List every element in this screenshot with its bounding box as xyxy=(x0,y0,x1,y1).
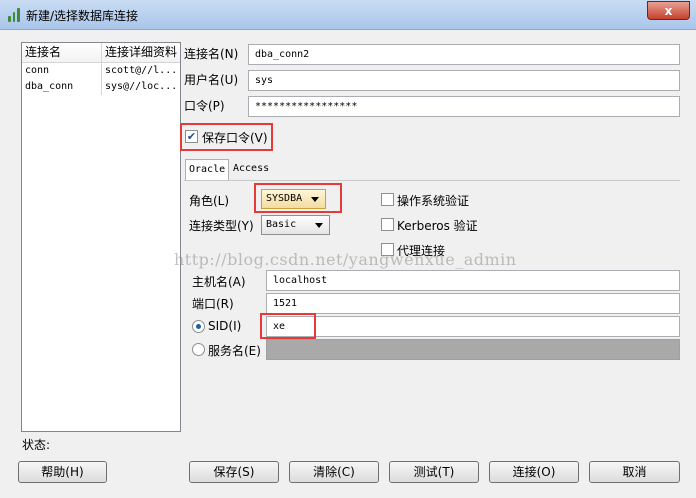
sid-input[interactable]: xe xyxy=(266,316,680,337)
column-header-name[interactable]: 连接名 xyxy=(22,43,102,62)
list-item[interactable]: dba_conn sys@//loc... xyxy=(22,79,180,95)
save-password-checkbox[interactable]: ✔ xyxy=(185,130,198,143)
os-auth-checkbox[interactable] xyxy=(381,193,394,206)
clear-button[interactable]: 清除(C) xyxy=(289,461,379,483)
list-item-detail: scott@//l... xyxy=(105,65,178,76)
cancel-button[interactable]: 取消 xyxy=(589,461,680,483)
conn-type-select[interactable]: Basic xyxy=(261,215,330,235)
connect-button[interactable]: 连接(O) xyxy=(489,461,579,483)
user-label: 用户名(U) xyxy=(184,73,239,87)
tab-divider xyxy=(184,180,680,181)
kerberos-label[interactable]: Kerberos 验证 xyxy=(397,217,478,234)
list-item-name: conn xyxy=(22,63,102,79)
role-select[interactable]: SYSDBA xyxy=(261,189,326,209)
conn-type-select-value: Basic xyxy=(266,219,297,230)
role-label: 角色(L) xyxy=(189,194,230,208)
sid-radio[interactable] xyxy=(192,320,205,333)
help-button[interactable]: 帮助(H) xyxy=(18,461,107,483)
sid-label[interactable]: SID(I) xyxy=(208,319,241,333)
list-item-name: dba_conn xyxy=(22,79,102,95)
tab-oracle[interactable]: Oracle xyxy=(185,159,230,181)
chevron-down-icon xyxy=(315,223,323,228)
user-input[interactable]: sys xyxy=(248,70,680,91)
close-button[interactable]: x xyxy=(647,1,690,20)
role-select-value: SYSDBA xyxy=(266,193,303,204)
save-button[interactable]: 保存(S) xyxy=(189,461,279,483)
os-auth-label[interactable]: 操作系统验证 xyxy=(397,192,469,209)
host-input[interactable]: localhost xyxy=(266,270,680,291)
save-password-label[interactable]: 保存口令(V) xyxy=(202,129,268,146)
tab-access[interactable]: Access xyxy=(230,159,272,181)
port-label: 端口(R) xyxy=(192,297,234,311)
conn-type-label: 连接类型(Y) xyxy=(189,219,254,233)
sid-highlight xyxy=(260,313,316,339)
connection-list-header: 连接名 连接详细资料 xyxy=(22,43,180,63)
chevron-down-icon xyxy=(311,197,319,202)
password-input[interactable]: ***************** xyxy=(248,96,680,117)
list-item[interactable]: conn scott@//l... xyxy=(22,63,180,79)
test-button[interactable]: 测试(T) xyxy=(389,461,479,483)
conn-name-label: 连接名(N) xyxy=(184,47,239,61)
status-label: 状态: xyxy=(22,438,51,452)
list-item-detail: sys@//loc... xyxy=(105,81,178,92)
app-icon xyxy=(8,8,21,22)
service-name-label[interactable]: 服务名(E) xyxy=(208,342,261,359)
conn-name-input[interactable]: dba_conn2 xyxy=(248,44,680,65)
service-name-radio[interactable] xyxy=(192,343,205,356)
service-name-input xyxy=(266,339,680,360)
port-input[interactable]: 1521 xyxy=(266,293,680,314)
host-label: 主机名(A) xyxy=(192,275,246,289)
column-header-detail[interactable]: 连接详细资料 xyxy=(102,43,180,62)
window-title: 新建/选择数据库连接 xyxy=(26,9,139,23)
watermark-text: http://blog.csdn.net/yangwenxue_admin xyxy=(174,250,517,269)
title-bar: 新建/选择数据库连接 x xyxy=(0,0,696,30)
kerberos-checkbox[interactable] xyxy=(381,218,394,231)
password-label: 口令(P) xyxy=(184,99,225,113)
connection-list[interactable]: 连接名 连接详细资料 conn scott@//l... dba_conn sy… xyxy=(21,42,181,432)
